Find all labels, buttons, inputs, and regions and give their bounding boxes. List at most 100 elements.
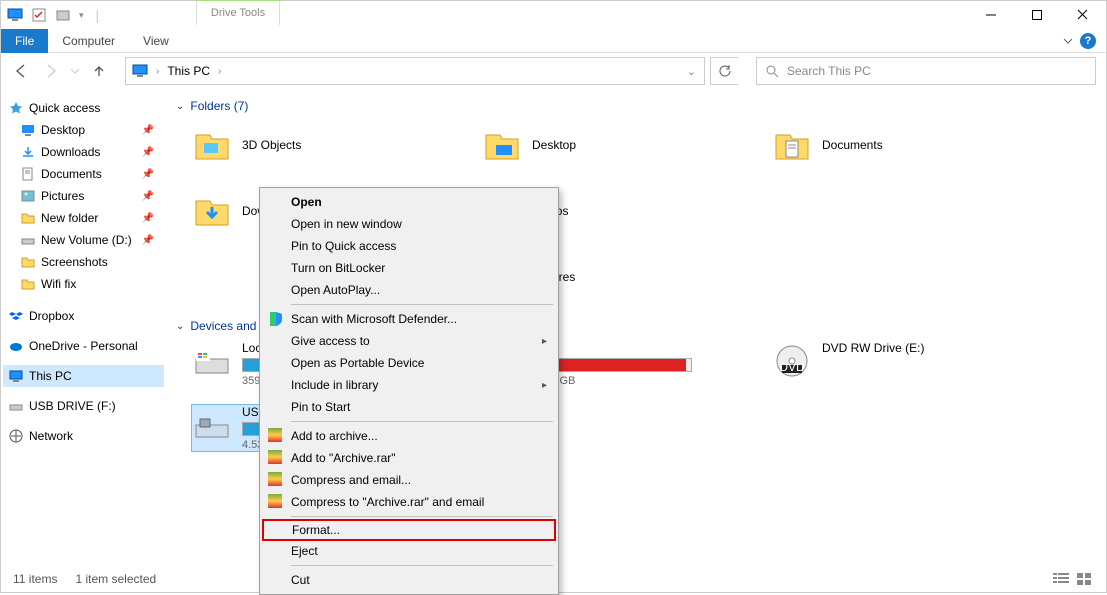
- drive-dvd-e[interactable]: DVD DVD RW Drive (E:): [772, 341, 1032, 387]
- sidebar-item-desktop[interactable]: Desktop📌: [3, 119, 164, 141]
- downloads-icon: [21, 145, 35, 159]
- address-bar[interactable]: › This PC › ⌄: [125, 57, 705, 85]
- ribbon-expand-icon[interactable]: [1062, 35, 1074, 47]
- pin-icon: 📌: [142, 213, 154, 224]
- view-tab[interactable]: View: [129, 29, 183, 53]
- star-icon: [9, 101, 23, 115]
- drive-free-label: f 450 GB: [532, 375, 742, 387]
- sidebar-quick-access[interactable]: Quick access: [3, 97, 164, 119]
- chevron-right-icon: ▸: [542, 380, 547, 391]
- chevron-right-icon[interactable]: ›: [154, 66, 161, 77]
- ctx-eject[interactable]: Eject: [263, 540, 555, 562]
- sidebar-label: USB DRIVE (F:): [29, 399, 116, 413]
- help-icon[interactable]: ?: [1080, 33, 1096, 49]
- properties-icon[interactable]: [31, 7, 47, 23]
- new-folder-icon[interactable]: [55, 7, 71, 23]
- shield-icon: [268, 311, 284, 327]
- pictures-icon: [21, 189, 35, 203]
- sidebar-label: Dropbox: [29, 309, 74, 323]
- ctx-defender-scan[interactable]: Scan with Microsoft Defender...: [263, 308, 555, 330]
- ctx-autoplay[interactable]: Open AutoPlay...: [263, 279, 555, 301]
- ctx-open-new-window[interactable]: Open in new window: [263, 213, 555, 235]
- ctx-open[interactable]: Open: [263, 191, 555, 213]
- sidebar-label: Downloads: [41, 145, 100, 159]
- sidebar-item-pictures[interactable]: Pictures📌: [3, 185, 164, 207]
- sidebar-dropbox[interactable]: Dropbox: [3, 305, 164, 327]
- ctx-cut[interactable]: Cut: [263, 569, 555, 591]
- sidebar-item-wifi-fix[interactable]: Wifi fix: [3, 273, 164, 295]
- chevron-down-icon[interactable]: ⌄: [685, 65, 698, 78]
- folder-label: Desktop: [532, 138, 576, 152]
- title-bar: ▾ | Manage Drive Tools This PC: [1, 1, 1106, 29]
- back-button[interactable]: [9, 59, 33, 83]
- computer-tab[interactable]: Computer: [48, 29, 129, 53]
- sidebar-label: New Volume (D:): [41, 233, 132, 247]
- sidebar-onedrive[interactable]: OneDrive - Personal: [3, 335, 164, 357]
- documents-icon: [21, 167, 35, 181]
- details-view-button[interactable]: [1052, 572, 1070, 586]
- ctx-pin-quick-access[interactable]: Pin to Quick access: [263, 235, 555, 257]
- sidebar-item-new-folder[interactable]: New folder📌: [3, 207, 164, 229]
- icons-view-button[interactable]: [1076, 572, 1094, 586]
- sidebar-item-new-volume-d[interactable]: New Volume (D:)📌: [3, 229, 164, 251]
- ctx-portable-device[interactable]: Open as Portable Device: [263, 352, 555, 374]
- drive-tools-tab[interactable]: Drive Tools: [196, 1, 280, 25]
- sidebar-usb-drive[interactable]: USB DRIVE (F:): [3, 395, 164, 417]
- navigation-pane: Quick access Desktop📌 Downloads 📌 Documen…: [1, 89, 166, 569]
- recent-dropdown-icon[interactable]: [69, 59, 81, 83]
- folder-icon: [21, 211, 35, 225]
- sidebar-item-documents[interactable]: Documents📌: [3, 163, 164, 185]
- folder-icon: [482, 125, 522, 165]
- sidebar-this-pc[interactable]: This PC: [3, 365, 164, 387]
- sidebar-item-downloads[interactable]: Downloads 📌: [3, 141, 164, 163]
- sidebar-network[interactable]: Network: [3, 425, 164, 447]
- qat-dropdown-icon[interactable]: ▾: [79, 10, 84, 21]
- forward-button[interactable]: [39, 59, 63, 83]
- chevron-right-icon: ▸: [542, 336, 547, 347]
- sidebar-label: Screenshots: [41, 255, 108, 269]
- menu-separator: [291, 565, 553, 566]
- menu-separator: [291, 304, 553, 305]
- ctx-pin-start[interactable]: Pin to Start: [263, 396, 555, 418]
- sidebar-label: Pictures: [41, 189, 84, 203]
- ctx-give-access[interactable]: Give access to▸: [263, 330, 555, 352]
- drive-icon: [192, 341, 232, 381]
- folder-desktop[interactable]: Desktop: [482, 121, 742, 169]
- item-count: 11 items: [13, 572, 57, 586]
- minimize-button[interactable]: [968, 1, 1014, 29]
- winrar-icon: [268, 472, 284, 488]
- usb-icon: [9, 399, 23, 413]
- refresh-button[interactable]: [710, 57, 738, 85]
- close-button[interactable]: [1060, 1, 1106, 29]
- ctx-add-archive[interactable]: Add to archive...: [263, 425, 555, 447]
- winrar-icon: [268, 428, 284, 444]
- ctx-add-archive-rar[interactable]: Add to "Archive.rar": [263, 447, 555, 469]
- ctx-bitlocker[interactable]: Turn on BitLocker: [263, 257, 555, 279]
- section-label: Folders (7): [190, 99, 248, 113]
- sidebar-label: This PC: [29, 369, 72, 383]
- sidebar-label: Documents: [41, 167, 102, 181]
- maximize-button[interactable]: [1014, 1, 1060, 29]
- navigation-bar: › This PC › ⌄ Search This PC: [1, 53, 1106, 89]
- pin-icon: 📌: [142, 147, 154, 158]
- ctx-format[interactable]: Format...: [262, 519, 556, 541]
- chevron-right-icon[interactable]: ›: [216, 66, 223, 77]
- chevron-down-icon: ⌄: [176, 321, 184, 332]
- ctx-compress-rar-email[interactable]: Compress to "Archive.rar" and email: [263, 491, 555, 513]
- search-icon: [765, 64, 779, 78]
- file-tab[interactable]: File: [1, 29, 48, 53]
- folder-3d-objects[interactable]: 3D Objects: [192, 121, 452, 169]
- up-button[interactable]: [87, 59, 111, 83]
- search-input[interactable]: Search This PC: [756, 57, 1096, 85]
- breadcrumb-location[interactable]: This PC: [167, 64, 210, 78]
- dvd-icon: DVD: [772, 341, 812, 381]
- folder-documents[interactable]: Documents: [772, 121, 1032, 169]
- folders-section-header[interactable]: ⌄ Folders (7): [176, 99, 1096, 113]
- ctx-compress-email[interactable]: Compress and email...: [263, 469, 555, 491]
- sidebar-item-screenshots[interactable]: Screenshots: [3, 251, 164, 273]
- folder-label: 3D Objects: [242, 138, 301, 152]
- dropbox-icon: [9, 309, 23, 323]
- ribbon-tabs: File Computer View ?: [1, 29, 1106, 53]
- sidebar-label: Wifi fix: [41, 277, 76, 291]
- ctx-include-library[interactable]: Include in library▸: [263, 374, 555, 396]
